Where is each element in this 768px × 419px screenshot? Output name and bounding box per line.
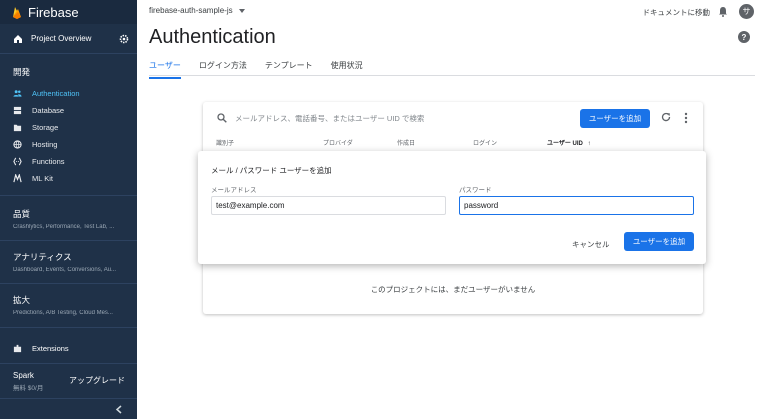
help-icon[interactable]: ? [738,31,750,43]
sidebar-item-label: Extensions [32,344,69,353]
tab-bar: ユーザー ログイン方法 テンプレート 使用状況 [149,60,381,79]
sidebar: Firebase Project Overview 開発 Authenticat… [0,0,137,419]
column-header-user-uid[interactable]: ユーザー UID ↑ [547,138,591,147]
globe-icon [13,140,22,149]
chevron-down-icon [238,8,245,13]
cancel-button[interactable]: キャンセル [572,239,610,250]
storage-icon [13,124,22,132]
user-search-input[interactable]: メールアドレス、電話番号、またはユーザー UID で検索 [235,113,424,124]
email-field[interactable] [211,196,446,215]
sidebar-item-label: Hosting [32,140,58,149]
sidebar-item-database[interactable]: Database [0,102,137,119]
tabs-divider [149,75,755,76]
more-vert-icon[interactable] [684,112,688,124]
plan-price: 無料 $0/月 [13,385,44,392]
main-content: firebase-auth-sample-js ドキュメントに移動 サ Auth… [137,0,768,419]
group-title: アナリティクス [13,252,72,262]
firebase-logo-icon [13,6,21,19]
extensions-icon [13,344,22,353]
sidebar-item-label: ML Kit [32,174,53,183]
empty-state-message: このプロジェクトには、まだユーザーがいません [370,285,536,294]
gear-icon[interactable] [119,34,129,44]
add-user-button[interactable]: ユーザーを追加 [580,109,650,128]
mlkit-icon [13,174,22,183]
sidebar-item-authentication[interactable]: Authentication [0,85,137,102]
project-overview-label: Project Overview [31,34,92,43]
password-field[interactable] [459,196,694,215]
project-overview-link[interactable]: Project Overview [0,24,137,54]
sidebar-item-extensions[interactable]: Extensions [0,340,137,357]
people-icon [13,90,22,97]
group-subtitle: Predictions, A/B Testing, Cloud Mes... [13,310,113,316]
sidebar-item-storage[interactable]: Storage [0,119,137,136]
functions-icon [13,157,22,166]
sidebar-group-quality[interactable]: 品質 Crashlytics, Performance, Test Lab, .… [13,208,131,230]
plan-name: Spark [13,371,34,380]
dialog-title: メール / パスワード ユーザーを追加 [211,166,332,175]
search-icon [217,113,227,123]
page-title: Authentication [149,26,276,48]
sidebar-collapse-bar[interactable] [0,398,137,419]
avatar[interactable]: サ [739,4,754,19]
sidebar-item-label: Authentication [32,89,80,98]
submit-add-user-button[interactable]: ユーザーを追加 [624,232,694,251]
add-user-dialog: メール / パスワード ユーザーを追加 メールアドレス パスワード キャンセル … [198,151,706,264]
sidebar-divider [0,195,137,196]
database-icon [13,106,22,115]
sidebar-item-label: Functions [32,157,65,166]
home-icon [14,34,22,43]
sidebar-group-grow[interactable]: 拡大 Predictions, A/B Testing, Cloud Mes..… [13,294,131,316]
chevron-left-icon[interactable] [115,405,123,414]
tab-templates[interactable]: テンプレート [265,60,313,79]
sidebar-group-analytics[interactable]: アナリティクス Dashboard, Events, Conversions, … [13,251,131,273]
refresh-icon[interactable] [661,112,671,122]
column-header-created[interactable]: 作成日 [397,138,415,147]
tab-usage[interactable]: 使用状況 [331,60,363,79]
tab-users[interactable]: ユーザー [149,60,181,79]
section-develop-title: 開発 [13,67,31,77]
group-title: 品質 [13,209,31,219]
column-header-label: ユーザー UID [547,141,583,147]
sidebar-item-ml-kit[interactable]: ML Kit [0,170,137,187]
email-label: メールアドレス [211,187,257,194]
sidebar-divider [0,327,137,328]
project-name: firebase-auth-sample-js [149,6,233,15]
group-subtitle: Crashlytics, Performance, Test Lab, ... [13,224,115,230]
sidebar-item-hosting[interactable]: Hosting [0,136,137,153]
sidebar-item-label: Database [32,106,65,115]
sidebar-divider [0,240,137,241]
plan-info: Spark 無料 $0/月 [13,371,43,392]
arrow-up-icon: ↑ [587,141,591,147]
app-title: Firebase [28,4,79,20]
tab-sign-in-method[interactable]: ログイン方法 [199,60,247,79]
sidebar-item-functions[interactable]: Functions [0,153,137,170]
sidebar-divider [0,363,137,364]
column-header-identifier[interactable]: 識別子 [216,138,234,147]
sidebar-divider [0,283,137,284]
sidebar-header[interactable]: Firebase [0,0,137,24]
project-selector[interactable]: firebase-auth-sample-js [149,6,245,15]
group-subtitle: Dashboard, Events, Conversions, Au... [13,267,117,273]
password-label: パスワード [459,187,492,194]
bell-icon[interactable] [718,6,728,17]
column-header-signed-in[interactable]: ログイン [473,138,497,147]
column-header-provider[interactable]: プロバイダ [323,138,353,147]
group-title: 拡大 [13,295,31,305]
upgrade-button[interactable]: アップグレード [69,375,125,386]
svg-text:?: ? [742,33,747,42]
sidebar-item-label: Storage [32,123,59,132]
go-to-docs-link[interactable]: ドキュメントに移動 [643,7,711,18]
